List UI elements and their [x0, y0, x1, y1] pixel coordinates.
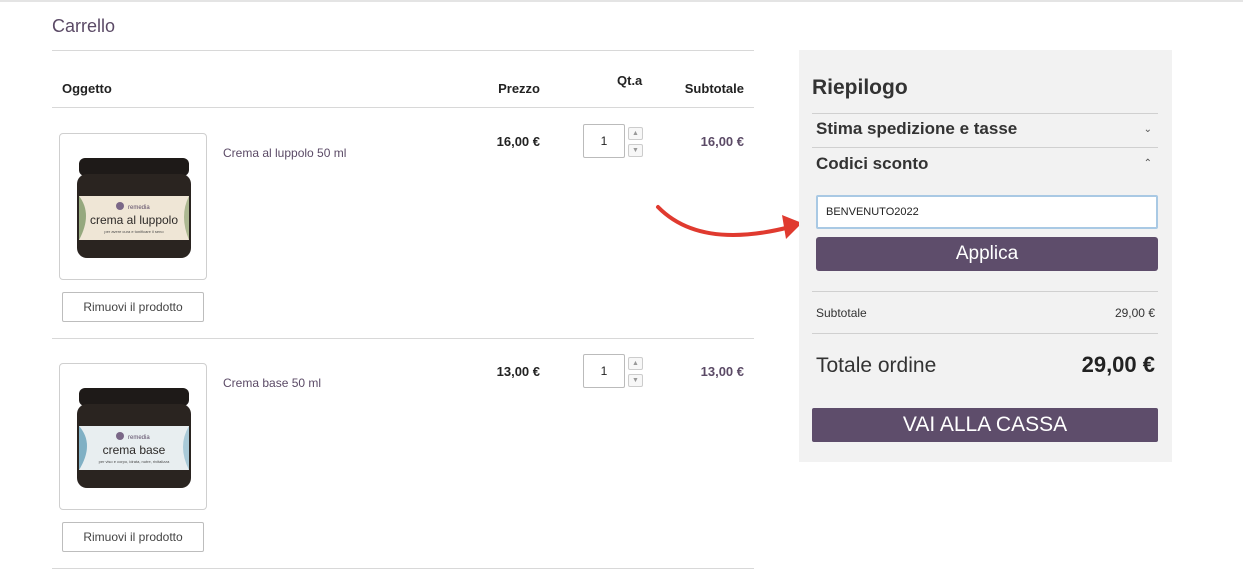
table-row: remedia crema base per viso e corpo, idr… — [52, 338, 754, 568]
divider — [812, 333, 1158, 334]
product-name[interactable]: Crema base 50 ml — [223, 376, 321, 390]
remove-product-button[interactable]: Rimuovi il prodotto — [62, 522, 204, 552]
row-subtotal: 16,00 € — [700, 134, 744, 149]
divider — [812, 147, 1158, 148]
divider — [812, 291, 1158, 292]
remove-product-button[interactable]: Rimuovi il prodotto — [62, 292, 204, 322]
svg-text:crema base: crema base — [103, 443, 166, 457]
quantity-down-icon[interactable]: ▼ — [628, 144, 643, 157]
subtotal-value: 29,00 € — [1114, 306, 1155, 320]
discount-codes-toggle[interactable]: Codici sconto — [816, 154, 928, 174]
product-image[interactable]: remedia crema base per viso e corpo, idr… — [59, 363, 207, 510]
quantity-down-icon[interactable]: ▼ — [628, 374, 643, 387]
header-price: Prezzo — [498, 81, 540, 96]
product-image[interactable]: remedia crema al luppolo per avere cura … — [59, 133, 207, 280]
jar-image: remedia crema base per viso e corpo, idr… — [77, 388, 191, 488]
quantity-input[interactable]: 1 — [583, 354, 625, 388]
header-item: Oggetto — [62, 81, 112, 96]
order-total-label: Totale ordine — [816, 354, 937, 377]
discount-code-input[interactable]: BENVENUTO2022 — [816, 195, 1158, 229]
product-name[interactable]: Crema al luppolo 50 ml — [223, 146, 346, 160]
jar-image: remedia crema al luppolo per avere cura … — [77, 158, 191, 258]
order-total-value: 29,00 € — [1081, 352, 1155, 377]
shipping-estimate-toggle[interactable]: Stima spedizione e tasse — [816, 119, 1017, 139]
product-price: 16,00 € — [496, 134, 540, 149]
header-subtotal: Subtotale — [684, 81, 744, 96]
svg-text:per viso e corpo, idrata, nutr: per viso e corpo, idrata, nutre, rivital… — [99, 459, 170, 464]
summary-title: Riepilogo — [812, 76, 908, 99]
row-subtotal: 13,00 € — [700, 364, 744, 379]
svg-text:per avere cura e tonificare il: per avere cura e tonificare il seno — [104, 229, 164, 234]
quantity-up-icon[interactable]: ▲ — [628, 357, 643, 370]
subtotal-label: Subtotale — [816, 306, 867, 320]
header-qty: Qt.a — [617, 73, 643, 88]
product-price: 13,00 € — [496, 364, 540, 379]
chevron-up-icon[interactable]: ⌃ — [1144, 158, 1152, 169]
divider — [812, 113, 1158, 114]
annotation-arrow-icon — [656, 205, 802, 239]
svg-text:remedia: remedia — [128, 435, 150, 441]
quantity-input[interactable]: 1 — [583, 124, 625, 158]
top-divider — [0, 0, 1243, 2]
order-summary: Riepilogo Stima spedizione e tasse ⌄ Cod… — [799, 50, 1172, 462]
divider — [52, 568, 754, 569]
apply-discount-button[interactable]: Applica — [816, 237, 1158, 271]
svg-text:crema al luppolo: crema al luppolo — [90, 213, 178, 227]
divider — [52, 50, 754, 51]
checkout-button[interactable]: VAI ALLA CASSA — [812, 408, 1158, 442]
chevron-down-icon[interactable]: ⌄ — [1144, 124, 1152, 135]
table-row: remedia crema al luppolo per avere cura … — [52, 108, 754, 338]
quantity-up-icon[interactable]: ▲ — [628, 127, 643, 140]
svg-text:remedia: remedia — [128, 205, 150, 211]
page-title: Carrello — [52, 16, 116, 36]
